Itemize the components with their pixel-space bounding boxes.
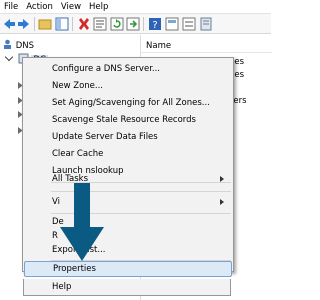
menu-item-update-server-data-files[interactable]: Update Server Data Files: [24, 129, 232, 146]
menu-item-clear-cache[interactable]: Clear Cache: [24, 146, 232, 163]
menu-item-scavenge-stale-records[interactable]: Scavenge Stale Resource Records: [24, 112, 232, 129]
dns-icon: [4, 39, 11, 49]
menu-item-view-label: Vi: [52, 197, 60, 207]
menu-view[interactable]: View: [57, 0, 85, 14]
annotation-arrow-icon: [60, 183, 104, 261]
help-icon[interactable]: ?: [148, 17, 162, 31]
toolbar: ?: [0, 14, 271, 34]
tree-root-dns[interactable]: DNS: [2, 39, 34, 52]
menu-item-view[interactable]: Vi: [24, 194, 232, 211]
expand-arrow-icon[interactable]: [4, 52, 14, 62]
export-icon[interactable]: [126, 17, 140, 31]
folder-icon[interactable]: [38, 17, 52, 31]
tree-root-label: DNS: [15, 41, 35, 51]
submenu-arrow-icon: [220, 199, 224, 205]
delete-icon[interactable]: [77, 17, 91, 31]
forward-icon[interactable]: [17, 17, 31, 31]
svg-text:?: ?: [152, 20, 157, 31]
menu-item-all-tasks[interactable]: All Tasks: [24, 171, 232, 188]
console-tree-icon[interactable]: [55, 17, 69, 31]
menu-item-configure-dns-server[interactable]: Configure a DNS Server...: [24, 61, 232, 78]
menu-item-new-zone[interactable]: New Zone...: [24, 78, 232, 95]
back-icon[interactable]: [2, 17, 16, 31]
menu-action[interactable]: Action: [22, 0, 57, 14]
toolbar-separator: [34, 17, 35, 31]
properties-icon[interactable]: [93, 17, 107, 31]
grid-icon[interactable]: [165, 17, 179, 31]
context-menu: Configure a DNS Server... New Zone... Se…: [22, 57, 234, 280]
menu-item-export-list[interactable]: Export List...: [24, 242, 232, 259]
menu-item-help[interactable]: Help: [23, 279, 231, 296]
menu-item-set-aging-scavenging[interactable]: Set Aging/Scavenging for All Zones...: [24, 95, 232, 112]
toolbar-separator: [143, 17, 144, 31]
refresh-icon[interactable]: [110, 17, 124, 31]
menu-file[interactable]: File: [0, 0, 22, 14]
submenu-arrow-icon: [220, 176, 224, 182]
toolbar-separator: [72, 17, 73, 31]
menu-item-properties[interactable]: Properties: [24, 261, 232, 277]
menu-bar: File Action View Help: [0, 0, 271, 14]
server-icon[interactable]: [199, 17, 213, 31]
column-header-name[interactable]: Name: [141, 39, 272, 53]
menu-help[interactable]: Help: [85, 0, 112, 14]
list-icon[interactable]: [182, 17, 196, 31]
